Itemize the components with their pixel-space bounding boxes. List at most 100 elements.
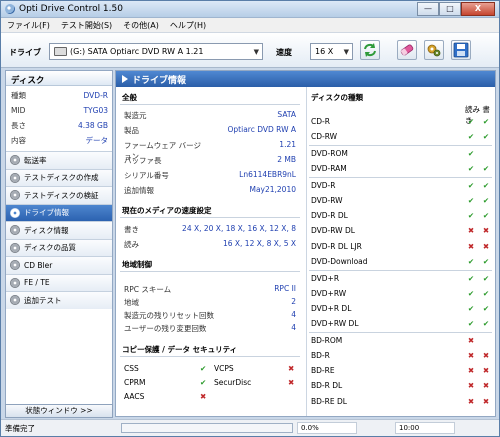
speed-label: 速度 bbox=[276, 48, 292, 57]
info-key: 製造元 bbox=[124, 111, 147, 120]
elapsed-time: 10:00 bbox=[395, 422, 455, 434]
check-icon: ✔ bbox=[482, 273, 490, 283]
chevron-down-icon: ▼ bbox=[253, 48, 259, 56]
info-value: RPC II bbox=[274, 284, 296, 293]
info-row: ファームウェア バージョン 1.21 bbox=[124, 140, 296, 161]
app-window: Opti Drive Control 1.50 — □ X ファイル(F) テス… bbox=[0, 0, 500, 437]
disc-info-row: 長さ 4.38 GB bbox=[6, 118, 112, 133]
info-row: 追加情報 May21,2010 bbox=[124, 185, 296, 197]
floppy-disk-icon bbox=[453, 42, 469, 58]
check-icon: ✔ bbox=[467, 211, 475, 221]
cross-icon: ✖ bbox=[288, 378, 295, 387]
disc-info-row: 種類 DVD-R bbox=[6, 88, 112, 103]
disc-type-row: DVD-ROM ✔ bbox=[311, 149, 491, 161]
sidebar-item-label: CD Bler bbox=[24, 260, 53, 270]
info-row: 読み 16 X, 12 X, 8 X, 5 X bbox=[124, 239, 296, 251]
sidebar-item-label: 追加テスト bbox=[24, 295, 62, 305]
info-key: RPC スキーム bbox=[124, 285, 172, 294]
cross-icon: ✖ bbox=[288, 364, 295, 373]
sidebar-item[interactable]: CD Bler bbox=[6, 256, 112, 274]
cross-icon: ✖ bbox=[482, 351, 490, 360]
info-key: 追加情報 bbox=[124, 186, 154, 195]
disc-app-icon bbox=[5, 4, 15, 14]
save-button[interactable] bbox=[451, 40, 471, 60]
disc-icon bbox=[10, 190, 20, 201]
menu-other[interactable]: その他(A) bbox=[117, 18, 164, 32]
window-controls: — □ X bbox=[417, 2, 495, 16]
check-icon: ✔ bbox=[467, 273, 475, 283]
cross-icon: ✖ bbox=[482, 396, 490, 406]
gears-icon bbox=[427, 44, 441, 57]
info-key: 製品 bbox=[124, 126, 139, 135]
sidebar-item-label: 転送率 bbox=[24, 155, 47, 165]
maximize-button[interactable]: □ bbox=[439, 2, 461, 16]
info-key: 読み bbox=[124, 240, 139, 249]
disc-type-name: BD-R DL bbox=[311, 381, 343, 391]
disc-info-key: 内容 bbox=[11, 136, 26, 145]
check-icon: ✔ bbox=[467, 164, 475, 174]
info-row: ユーザーの残り変更回数 4 bbox=[124, 323, 296, 335]
info-value: SATA bbox=[277, 110, 296, 119]
refresh-button[interactable] bbox=[360, 40, 380, 60]
disc-info-key: 長さ bbox=[11, 121, 26, 130]
drive-select-value: (G:) SATA Optiarc DVD RW A 1.21 bbox=[70, 47, 204, 56]
disc-type-name: CD-R bbox=[311, 117, 330, 126]
protection-cprm: CPRM bbox=[124, 378, 146, 387]
status-window-button[interactable]: 状態ウィンドウ >> bbox=[5, 404, 113, 418]
disc-type-row: DVD-Download ✔ ✔ bbox=[311, 257, 491, 269]
sidebar-item[interactable]: 転送率 bbox=[6, 151, 112, 169]
speed-select[interactable]: 16 X ▼ bbox=[310, 43, 353, 60]
info-row: 書き 24 X, 20 X, 18 X, 16 X, 12 X, 8 bbox=[124, 224, 296, 236]
divider bbox=[309, 270, 492, 271]
disc-info-value: 4.38 GB bbox=[77, 121, 108, 130]
info-value: Ln6114EBR9nL bbox=[239, 170, 296, 179]
sidebar-item[interactable]: ドライブ情報 bbox=[6, 203, 112, 221]
cross-icon: ✖ bbox=[467, 226, 475, 236]
check-icon: ✔ bbox=[200, 364, 207, 373]
tools-button[interactable] bbox=[424, 40, 444, 60]
sidebar-item[interactable]: 追加テスト bbox=[6, 291, 112, 309]
drive-select[interactable]: (G:) SATA Optiarc DVD RW A 1.21 ▼ bbox=[49, 43, 263, 60]
toolbar: ドライブ (G:) SATA Optiarc DVD RW A 1.21 ▼ 速… bbox=[1, 32, 499, 68]
disc-icon bbox=[10, 295, 20, 306]
info-row: バッファ長 2 MB bbox=[124, 155, 296, 167]
info-value: 4 bbox=[291, 323, 296, 332]
sidebar-item[interactable]: ディスク情報 bbox=[6, 221, 112, 239]
close-button[interactable]: X bbox=[461, 2, 495, 16]
sidebar-item-label: テストディスクの作成 bbox=[24, 173, 99, 183]
cross-icon: ✖ bbox=[467, 396, 475, 406]
main-panel-header: ドライブ情報 bbox=[116, 71, 495, 87]
protection-css: CSS bbox=[124, 364, 139, 373]
disc-info-value: データ bbox=[85, 136, 109, 145]
region-section-title: 地域制御 bbox=[122, 260, 152, 269]
menu-help[interactable]: ヘルプ(H) bbox=[164, 18, 211, 32]
cross-icon: ✖ bbox=[467, 366, 475, 376]
erase-button[interactable] bbox=[397, 40, 417, 60]
protection-vcps: VCPS bbox=[214, 364, 234, 373]
info-row: 製造元の残りリセット回数 4 bbox=[124, 310, 296, 322]
disc-type-name: BD-RE DL bbox=[311, 396, 347, 406]
sidebar-item-label: FE / TE bbox=[24, 278, 50, 288]
sidebar-item[interactable]: テストディスクの作成 bbox=[6, 168, 112, 186]
disc-info-key: MID bbox=[11, 106, 26, 115]
disc-icon bbox=[10, 225, 20, 236]
check-icon: ✔ bbox=[482, 117, 490, 126]
disc-info-value: DVD-R bbox=[83, 91, 108, 100]
disc-type-row: DVD+RW DL ✔ ✔ bbox=[311, 319, 491, 331]
disc-type-name: BD-ROM bbox=[311, 335, 343, 345]
disc-type-row: BD-RE ✖ ✖ bbox=[311, 366, 491, 378]
minimize-button[interactable]: — bbox=[417, 2, 439, 16]
info-key: 地域 bbox=[124, 298, 139, 307]
disc-type-name: DVD-RW DL bbox=[311, 226, 355, 236]
sidebar-item-label: テストディスクの検証 bbox=[24, 190, 99, 200]
sidebar-item[interactable]: テストディスクの検証 bbox=[6, 186, 112, 204]
info-value: 2 MB bbox=[277, 155, 296, 164]
menu-test-start[interactable]: テスト開始(S) bbox=[55, 18, 117, 32]
disc-icon bbox=[10, 155, 20, 166]
info-key: 書き bbox=[124, 225, 139, 234]
menu-file[interactable]: ファイル(F) bbox=[1, 18, 55, 32]
sidebar-item[interactable]: FE / TE bbox=[6, 273, 112, 291]
sidebar-item[interactable]: ディスクの品質 bbox=[6, 238, 112, 256]
disc-types-title: ディスクの種類 bbox=[311, 93, 363, 102]
info-key: シリアル番号 bbox=[124, 171, 169, 180]
